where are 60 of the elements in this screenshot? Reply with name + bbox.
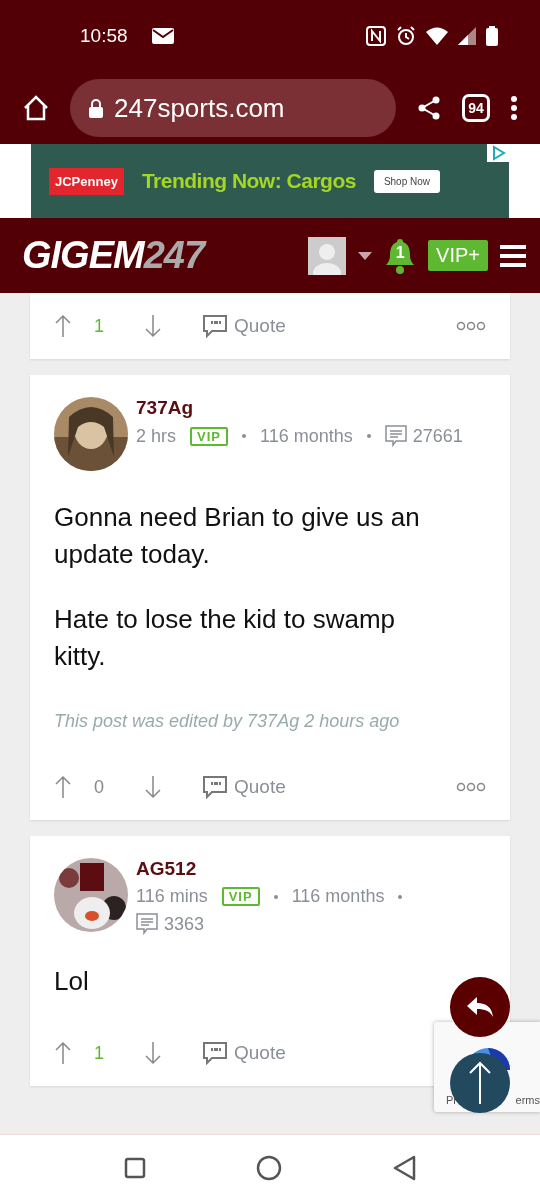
more-options-icon[interactable] [456, 321, 486, 331]
advertisement-banner[interactable]: JCPenney Trending Now: Cargos Shop Now [31, 144, 509, 218]
up-arrow-icon [468, 1061, 492, 1105]
vip-badge: VIP [190, 426, 228, 446]
upvote-icon[interactable] [54, 1041, 72, 1065]
post-text: Hate to lose the kid to swamp kitty. [54, 603, 397, 673]
avatar-icon[interactable] [308, 236, 347, 275]
separator-dot [273, 894, 278, 899]
site-logo[interactable]: GIGEM247 [22, 234, 205, 277]
post-time: 116 mins [136, 886, 208, 907]
quote-icon [202, 314, 228, 338]
author-name[interactable]: AG512 [136, 858, 481, 880]
brand-logo: JCPenney [49, 167, 124, 195]
nfc-icon [366, 26, 386, 46]
separator-dot [366, 434, 371, 438]
separator-dot [242, 434, 246, 438]
vip-badge: VIP [221, 887, 260, 906]
home-icon[interactable] [256, 1154, 282, 1181]
shop-now-button[interactable]: Shop Now [373, 169, 441, 193]
battery-icon [486, 26, 498, 46]
back-icon[interactable] [392, 1154, 416, 1181]
quote-icon [202, 1041, 228, 1065]
vote-score: 1 [93, 1042, 105, 1064]
lock-icon [88, 98, 104, 118]
separator-dot [398, 894, 403, 899]
wifi-icon [426, 27, 448, 45]
comment-icon [384, 425, 407, 447]
reply-arrow-icon [465, 995, 495, 1019]
downvote-icon[interactable] [144, 314, 162, 338]
comment-icon [136, 913, 158, 935]
ad-choices-icon[interactable] [487, 144, 509, 162]
ad-headline: Trending Now: Cargos [141, 169, 356, 193]
address-bar[interactable]: 247sports.com [70, 79, 396, 137]
downvote-icon[interactable] [144, 1041, 162, 1065]
vote-score: 1 [93, 315, 105, 337]
upvote-icon[interactable] [54, 314, 72, 338]
edit-note: This post was edited by 737Ag 2 hours ago [54, 711, 401, 732]
post-text: Gonna need Brian to give us an update today. [54, 501, 421, 571]
tab-count-button[interactable]: 94 [462, 94, 490, 122]
upvote-icon[interactable] [54, 775, 72, 799]
mail-icon [151, 28, 174, 44]
vote-score: 0 [93, 776, 105, 798]
alarm-icon [396, 26, 416, 46]
clock-text: 10:58 [80, 25, 128, 47]
post-time: 2 hrs [136, 425, 177, 447]
post-text: Lol [54, 965, 90, 998]
more-options-button[interactable] [508, 93, 520, 123]
more-options-icon[interactable] [456, 782, 486, 792]
signal-icon [458, 27, 476, 45]
quote-icon [202, 775, 228, 799]
notification-count: 1 [394, 243, 406, 262]
dropdown-caret-icon[interactable] [358, 251, 373, 260]
member-tenure: 116 months [260, 425, 353, 447]
post-count: 27661 [412, 425, 463, 447]
member-tenure: 116 months [291, 886, 385, 907]
menu-icon[interactable] [500, 244, 526, 267]
recents-icon[interactable] [124, 1156, 146, 1179]
downvote-icon[interactable] [144, 775, 162, 799]
author-name[interactable]: 737Ag [136, 397, 463, 419]
post-count: 3363 [164, 913, 205, 935]
